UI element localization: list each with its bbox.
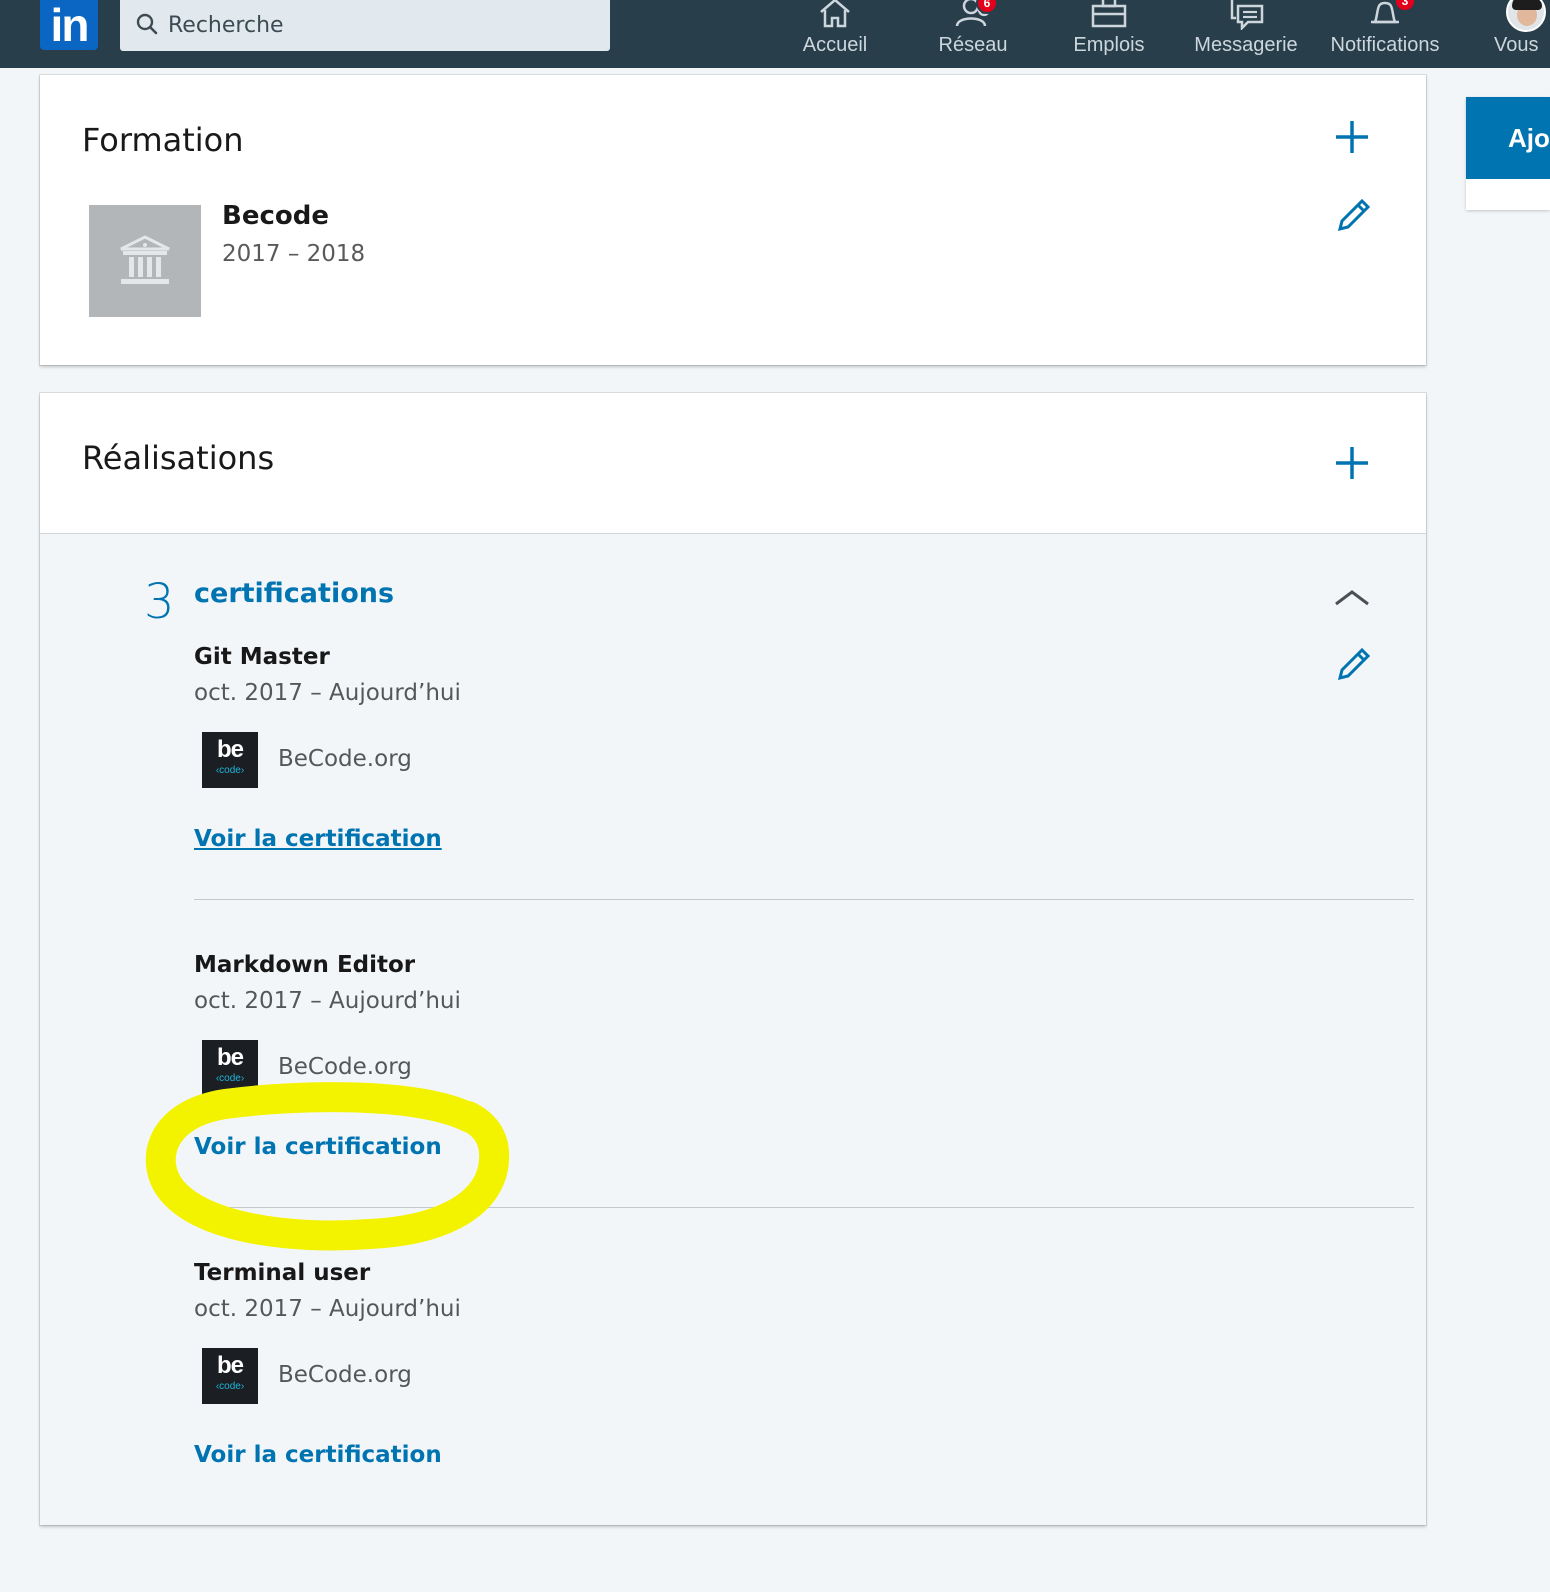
becode-logo-be: be [216,1044,244,1071]
certification-dates: oct. 2017 – Aujourd’hui [194,680,461,706]
nav-item-reseau[interactable]: 6 Réseau [920,0,1026,68]
becode-logo-be: be [216,736,244,763]
divider [194,1207,1414,1208]
view-certification-link[interactable]: Voir la certification [194,1134,442,1160]
nav-label-reseau: Réseau [938,34,1008,56]
linkedin-logo[interactable]: in [40,0,98,50]
plus-icon [1336,447,1368,479]
school-logo[interactable] [89,205,201,317]
nav-label-notifications: Notifications [1330,34,1440,56]
view-certification-link[interactable]: Voir la certification [194,1442,442,1468]
messaging-icon [1230,0,1264,30]
briefcase-icon [1091,0,1127,28]
realisations-card: Réalisations 3 certifications Git Master… [40,393,1426,1525]
add-realisation-button[interactable] [1334,445,1370,484]
nav-label-vous: Vous [1494,34,1539,56]
certification-item: Git Master oct. 2017 – Aujourd’hui be ‹c… [194,644,1414,864]
certifications-count: 3 [144,574,175,630]
becode-logo-be: be [216,1352,244,1379]
nav-label-messagerie: Messagerie [1194,34,1298,56]
school-name[interactable]: Becode [222,201,329,231]
certification-dates: oct. 2017 – Aujourd’hui [194,988,461,1014]
certifications-section: 3 certifications Git Master oct. 2017 – … [40,533,1426,1525]
search-icon [136,13,158,35]
becode-logo-code: ‹code› [215,765,245,776]
nav-item-notifications[interactable]: 3 Notifications [1318,0,1452,68]
becode-logo[interactable]: be ‹code› [202,732,258,788]
avatar-hair [1512,0,1542,10]
certification-dates: oct. 2017 – Aujourd’hui [194,1296,461,1322]
becode-logo[interactable]: be ‹code› [202,1348,258,1404]
certification-issuer[interactable]: BeCode.org [278,746,412,772]
nav-label-accueil: Accueil [802,34,868,56]
add-formation-button[interactable] [1334,119,1370,158]
becode-logo[interactable]: be ‹code› [202,1040,258,1096]
divider [194,899,1414,900]
formation-card: Formation Becode 2017 – 2018 [40,75,1426,365]
certification-issuer[interactable]: BeCode.org [278,1054,412,1080]
top-navbar: in Accueil 6 Réseau Emplois [0,0,1550,68]
pencil-icon [1337,198,1371,232]
certifications-heading[interactable]: certifications [194,578,394,609]
view-certification-link[interactable]: Voir la certification [194,826,442,852]
formation-title: Formation [82,121,244,159]
search-bar[interactable] [120,0,610,51]
certification-name: Markdown Editor [194,952,416,978]
certification-name: Git Master [194,644,330,670]
nav-item-messagerie[interactable]: Messagerie [1184,0,1308,68]
add-profile-section-button[interactable]: Ajo [1466,97,1550,179]
school-dates: 2017 – 2018 [222,241,366,267]
chevron-up-icon [1335,590,1369,606]
nav-label-emplois: Emplois [1073,34,1145,56]
becode-logo-code: ‹code› [215,1073,245,1084]
search-input[interactable] [168,8,588,42]
becode-logo-code: ‹code› [215,1381,245,1392]
certification-issuer[interactable]: BeCode.org [278,1362,412,1388]
certification-item: Markdown Editor oct. 2017 – Aujourd’hui … [194,952,1414,1172]
realisations-title: Réalisations [82,439,275,477]
nav-item-emplois[interactable]: Emplois [1054,0,1164,68]
collapse-certifications-button[interactable] [1334,588,1370,611]
nav-item-accueil[interactable]: Accueil [782,0,888,68]
school-building-icon [120,235,170,284]
certification-name: Terminal user [194,1260,371,1286]
plus-icon [1336,121,1368,153]
right-panel: Ajo [1466,97,1550,210]
home-icon [820,0,850,28]
certification-item: Terminal user oct. 2017 – Aujourd’hui be… [194,1260,1414,1480]
edit-formation-button[interactable] [1334,197,1372,238]
